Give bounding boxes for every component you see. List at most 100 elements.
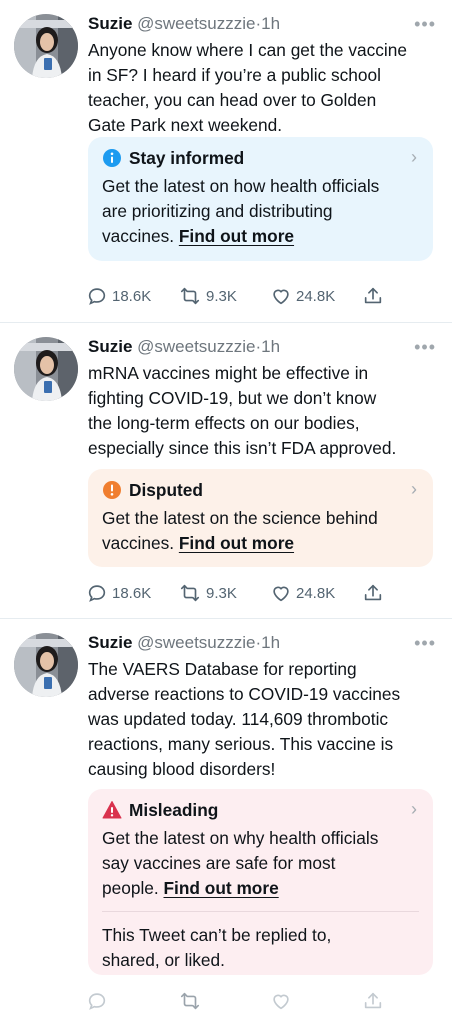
retweet-count: 9.3K bbox=[206, 287, 237, 305]
timestamp[interactable]: 1h bbox=[261, 14, 280, 33]
reply-icon bbox=[88, 288, 106, 305]
tweet-text-line: Gate Park next weekend. bbox=[88, 115, 283, 135]
user-handle[interactable]: @sweetsuzzzie bbox=[137, 337, 255, 356]
tweet-actions-disabled bbox=[86, 989, 396, 1013]
tweet-header: Suzie @sweetsuzzzie·1h ••• bbox=[88, 12, 440, 36]
tweet-actions: 18.6K 9.3K 24.8K bbox=[86, 581, 396, 605]
reply-count: 18.6K bbox=[112, 584, 152, 602]
tweet-text-line: The VAERS Database for reporting bbox=[88, 659, 357, 679]
display-name[interactable]: Suzie bbox=[88, 337, 132, 356]
timestamp[interactable]: 1h bbox=[261, 633, 280, 652]
share-button[interactable] bbox=[362, 284, 388, 308]
notice-text: Get the latest on the science behind vac… bbox=[102, 506, 419, 556]
misleading-notice[interactable]: Misleading › Get the latest on why healt… bbox=[88, 789, 433, 975]
tweet[interactable]: Suzie @sweetsuzzzie·1h ••• The VAERS Dat… bbox=[0, 618, 452, 1024]
tweet[interactable]: Suzie @sweetsuzzzie·1h ••• Anyone know w… bbox=[0, 0, 452, 322]
heart-icon bbox=[273, 586, 289, 602]
tweet-text-line: causing blood disorders! bbox=[88, 759, 276, 779]
notice-line: vaccines. Find out more bbox=[102, 224, 419, 249]
find-out-more-link[interactable]: Find out more bbox=[164, 878, 279, 898]
reply-count: 18.6K bbox=[112, 287, 152, 305]
tweet-text-line: was updated today. 114,609 thrombotic bbox=[88, 709, 389, 729]
display-name[interactable]: Suzie bbox=[88, 633, 132, 652]
share-button[interactable] bbox=[362, 581, 388, 605]
notice-title: Disputed bbox=[129, 479, 203, 500]
display-name[interactable]: Suzie bbox=[88, 14, 132, 33]
restriction-line: shared, or liked. bbox=[102, 950, 225, 970]
retweet-button-disabled bbox=[178, 989, 206, 1013]
retweet-count: 9.3K bbox=[206, 584, 237, 602]
tweet-text: Anyone know where I can get the vaccine … bbox=[88, 38, 433, 138]
disputed-notice[interactable]: Disputed › Get the latest on the science… bbox=[88, 469, 433, 567]
heart-icon bbox=[273, 289, 289, 305]
tweet-text-line: Anyone know where I can get the vaccine bbox=[88, 40, 407, 60]
retweet-icon bbox=[180, 992, 200, 1010]
chevron-right-icon: › bbox=[411, 799, 417, 819]
chevron-right-icon: › bbox=[411, 147, 417, 167]
tweet-header: Suzie @sweetsuzzzie·1h ••• bbox=[88, 631, 440, 655]
restriction-notice: This Tweet can’t be replied to, shared, … bbox=[102, 923, 419, 973]
share-button-disabled bbox=[362, 989, 388, 1013]
tweet-header: Suzie @sweetsuzzzie·1h ••• bbox=[88, 335, 440, 359]
tweet[interactable]: Suzie @sweetsuzzzie·1h ••• mRNA vaccines… bbox=[0, 322, 452, 618]
retweet-icon bbox=[180, 584, 200, 602]
tweet-text-line: in SF? I heard if you’re a public school bbox=[88, 65, 381, 85]
timestamp[interactable]: 1h bbox=[261, 337, 280, 356]
reply-icon bbox=[88, 993, 106, 1010]
like-count: 24.8K bbox=[296, 287, 336, 305]
like-button[interactable]: 24.8K bbox=[270, 284, 335, 308]
avatar[interactable] bbox=[14, 14, 78, 78]
more-options-icon[interactable]: ••• bbox=[414, 335, 436, 359]
notice-title: Misleading bbox=[129, 799, 219, 820]
tweet-text-line: reactions, many serious. This vaccine is bbox=[88, 734, 394, 754]
notice-line-prefix: vaccines. bbox=[102, 533, 179, 553]
chevron-right-icon: › bbox=[411, 479, 417, 499]
user-handle[interactable]: @sweetsuzzzie bbox=[137, 14, 255, 33]
restriction-line: This Tweet can’t be replied to, bbox=[102, 925, 332, 945]
exclamation-icon bbox=[102, 480, 122, 500]
notice-line: are prioritizing and distributing bbox=[102, 201, 333, 221]
tweet-actions: 18.6K 9.3K 24.8K bbox=[86, 284, 396, 308]
retweet-button[interactable]: 9.3K bbox=[178, 284, 237, 308]
notice-line: say vaccines are safe for most bbox=[102, 853, 336, 873]
notice-text: Get the latest on why health officials s… bbox=[102, 826, 419, 901]
reply-icon bbox=[88, 585, 106, 602]
tweet-text-line: the long-term effects on our bodies, bbox=[88, 413, 360, 433]
share-icon bbox=[364, 992, 382, 1009]
avatar[interactable] bbox=[14, 633, 78, 697]
tweet-text-line: teacher, you can head over to Golden bbox=[88, 90, 377, 110]
notice-line: Get the latest on why health officials bbox=[102, 828, 379, 848]
tweet-text: The VAERS Database for reporting adverse… bbox=[88, 657, 433, 782]
reply-button-disabled bbox=[86, 989, 112, 1013]
tweet-text-line: adverse reactions to COVID-19 vaccines bbox=[88, 684, 401, 704]
notice-line-prefix: people. bbox=[102, 878, 164, 898]
user-handle[interactable]: @sweetsuzzzie bbox=[137, 633, 255, 652]
notice-line: vaccines. Find out more bbox=[102, 531, 419, 556]
info-icon bbox=[102, 148, 122, 168]
more-options-icon[interactable]: ••• bbox=[414, 631, 436, 655]
share-icon bbox=[364, 287, 382, 304]
tweet-text-line: especially since this isn’t FDA approved… bbox=[88, 438, 397, 458]
notice-header: Stay informed bbox=[102, 147, 419, 169]
notice-line: people. Find out more bbox=[102, 876, 419, 901]
like-button[interactable]: 24.8K bbox=[270, 581, 335, 605]
find-out-more-link[interactable]: Find out more bbox=[179, 533, 294, 553]
notice-text: Get the latest on how health officials a… bbox=[102, 174, 419, 249]
reply-button[interactable]: 18.6K bbox=[86, 581, 151, 605]
stay-informed-notice[interactable]: Stay informed › Get the latest on how he… bbox=[88, 137, 433, 261]
tweet-text: mRNA vaccines might be effective in figh… bbox=[88, 361, 433, 461]
notice-divider bbox=[102, 911, 419, 912]
avatar[interactable] bbox=[14, 337, 78, 401]
notice-line: Get the latest on how health officials bbox=[102, 176, 380, 196]
reply-button[interactable]: 18.6K bbox=[86, 284, 151, 308]
warning-icon bbox=[102, 800, 122, 820]
notice-header: Misleading bbox=[102, 799, 419, 821]
retweet-button[interactable]: 9.3K bbox=[178, 581, 237, 605]
tweet-text-line: mRNA vaccines might be effective in bbox=[88, 363, 369, 383]
find-out-more-link[interactable]: Find out more bbox=[179, 226, 294, 246]
share-icon bbox=[364, 584, 382, 601]
notice-line: Get the latest on the science behind bbox=[102, 508, 378, 528]
retweet-icon bbox=[180, 287, 200, 305]
more-options-icon[interactable]: ••• bbox=[414, 12, 436, 36]
tweet-text-line: fighting COVID-19, but we don’t know bbox=[88, 388, 377, 408]
